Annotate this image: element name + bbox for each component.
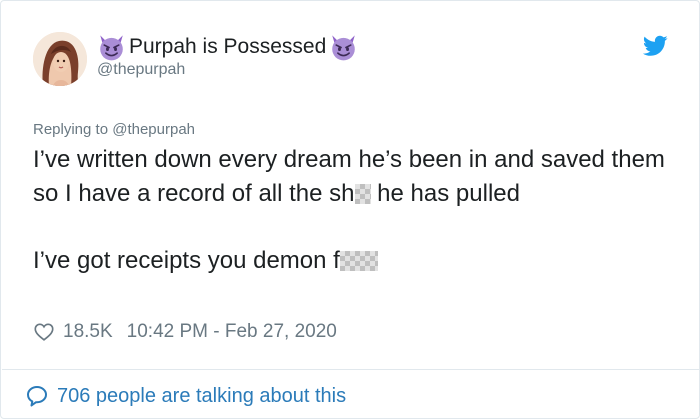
author-display-name[interactable]: Purpah is Possessed: [129, 35, 326, 59]
tweet-meta: 18.5K 10:42 PM - Feb 27, 2020: [33, 317, 337, 347]
tweet-timestamp[interactable]: 10:42 PM - Feb 27, 2020: [127, 321, 337, 343]
author-name-line[interactable]: Purpah is Possessed: [97, 32, 358, 62]
replying-to-line: Replying to @thepurpah: [33, 121, 195, 138]
reply-mention-link[interactable]: @thepurpah: [112, 121, 195, 138]
author-handle[interactable]: @thepurpah: [97, 61, 185, 79]
conversation-link[interactable]: 706 people are talking about this: [25, 381, 346, 411]
tweet-card: Purpah is Possessed @thepurpah Replying …: [0, 0, 700, 419]
speech-bubble-icon: [27, 386, 47, 407]
tweet-text-segment: he has pulled: [370, 180, 520, 207]
conversation-link-label[interactable]: 706 people are talking about this: [57, 385, 346, 408]
divider: [2, 369, 699, 370]
avatar-image: [33, 32, 87, 86]
tweet-paragraph-1: I’ve written down every dream he’s been …: [33, 143, 673, 211]
tweet-paragraph-2: I’ve got receipts you demon f: [33, 244, 673, 278]
replying-to-label: Replying to: [33, 121, 109, 138]
heart-outline-icon[interactable]: [33, 321, 55, 343]
twitter-bird-icon[interactable]: [643, 35, 668, 57]
avatar[interactable]: [33, 32, 87, 86]
tweet-text: I’ve written down every dream he’s been …: [33, 143, 673, 278]
censored-word-icon: [354, 184, 371, 204]
censored-word-icon: [339, 251, 378, 271]
tweet-text-segment: I’ve got receipts you demon f: [33, 247, 340, 274]
smiling-imp-emoji-icon: [100, 34, 123, 60]
tweet-text-segment: I’ve written down every dream he’s been …: [33, 146, 665, 207]
smiling-imp-emoji-icon: [332, 34, 356, 60]
like-count[interactable]: 18.5K: [63, 321, 113, 343]
